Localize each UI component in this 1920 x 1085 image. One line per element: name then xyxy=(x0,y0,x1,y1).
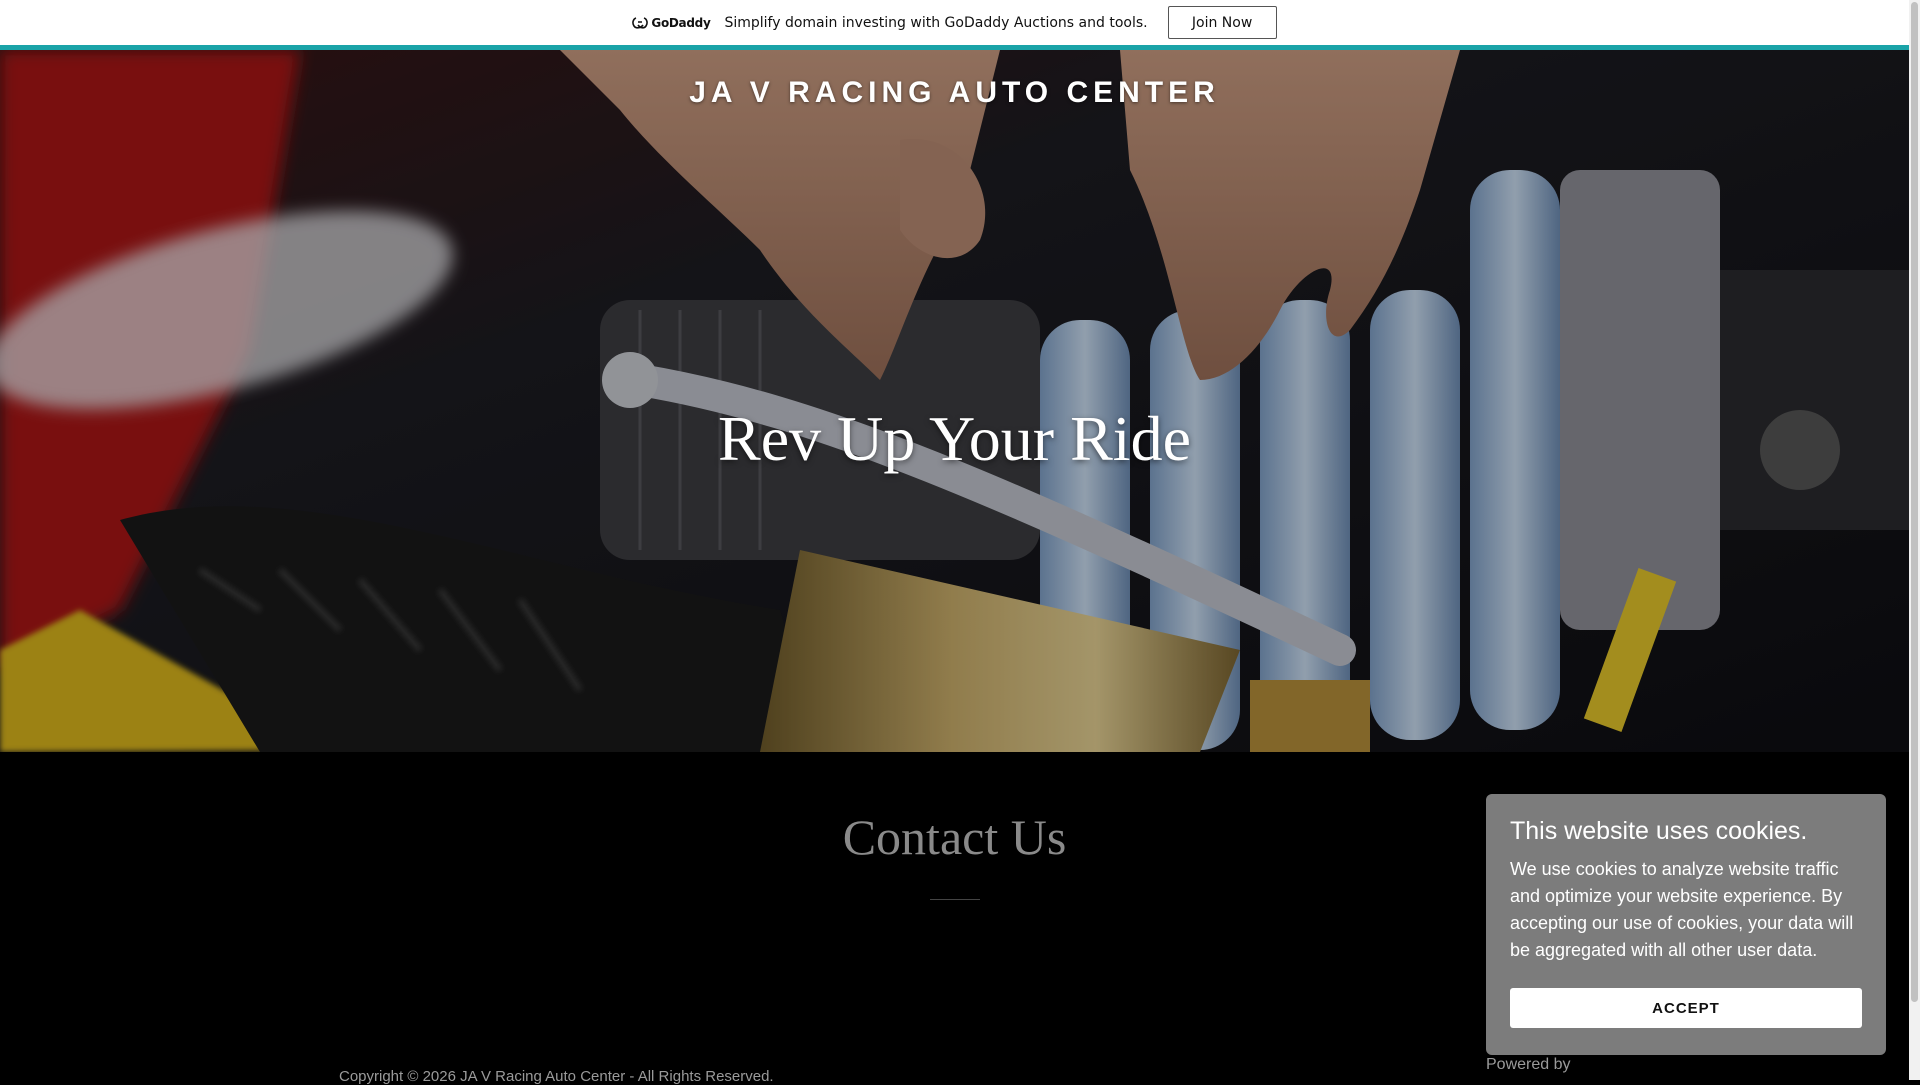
accept-cookies-button[interactable]: ACCEPT xyxy=(1510,988,1862,1028)
cookie-body: We use cookies to analyze website traffi… xyxy=(1510,859,1854,960)
promo-message: Simplify domain investing with GoDaddy A… xyxy=(724,14,1148,31)
hero-headline: Rev Up Your Ride xyxy=(718,403,1191,474)
promo-bar: GoDaddy Simplify domain investing with G… xyxy=(0,0,1909,50)
cookie-banner: This website uses cookies. We use cookie… xyxy=(1486,794,1886,1055)
section-divider xyxy=(930,899,980,900)
hero-section: JA V RACING AUTO CENTER Rev Up Your Ride xyxy=(0,50,1909,752)
join-now-button[interactable]: Join Now xyxy=(1167,6,1277,39)
godaddy-logo-icon xyxy=(632,16,649,29)
site-title[interactable]: JA V RACING AUTO CENTER xyxy=(0,76,1909,110)
page-scrollbar[interactable] xyxy=(1909,0,1920,1080)
copyright-text: Copyright © 2026 JA V Racing Auto Center… xyxy=(339,1068,774,1085)
godaddy-logo[interactable]: GoDaddy xyxy=(632,15,711,30)
powered-by-text: Powered by xyxy=(1486,1056,1571,1073)
scrollbar-thumb[interactable] xyxy=(1911,2,1918,1002)
hero-overlay xyxy=(0,50,1909,752)
godaddy-logo-text: GoDaddy xyxy=(651,15,711,30)
cookie-title: This website uses cookies. xyxy=(1510,817,1808,845)
